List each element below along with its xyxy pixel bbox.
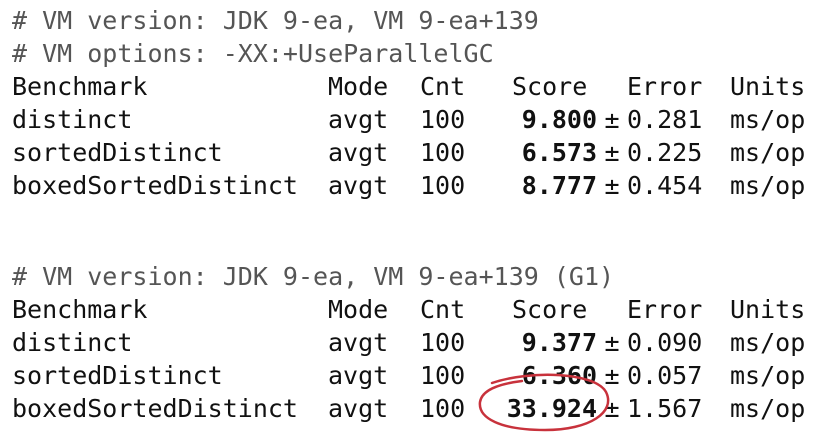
mode-value: avgt (328, 328, 389, 357)
cnt-value: 100 (420, 138, 466, 167)
plus-minus-sign: ± (604, 361, 620, 390)
plus-minus-sign: ± (604, 138, 620, 167)
table-header: Benchmark Mode Cnt Score Error Units (12, 293, 810, 326)
vm-version-comment: # VM version: JDK 9-ea, VM 9-ea+139 (12, 6, 539, 35)
mode-value: avgt (328, 394, 389, 423)
score-value-highlighted: 33.924 (506, 394, 597, 423)
header-mode: Mode (328, 72, 389, 101)
header-units: Units (730, 72, 806, 101)
benchmark-name: boxedSortedDistinct (12, 171, 298, 200)
score-value: 9.800 (521, 105, 597, 134)
plus-minus-sign: ± (604, 171, 620, 200)
mode-value: avgt (328, 105, 389, 134)
benchmark-name: distinct (12, 105, 133, 134)
error-value: 0.057 (627, 361, 703, 390)
header-score: Score (512, 72, 588, 101)
units-value: ms/op (730, 171, 806, 200)
units-value: ms/op (730, 105, 806, 134)
table-header: Benchmark Mode Cnt Score Error Units (12, 70, 810, 103)
header-cnt: Cnt (420, 295, 466, 324)
units-value: ms/op (730, 328, 806, 357)
error-value: 0.090 (627, 328, 703, 357)
header-score: Score (512, 295, 588, 324)
benchmark-name: sortedDistinct (12, 361, 223, 390)
plus-minus-sign: ± (604, 105, 620, 134)
score-value: 9.377 (521, 328, 597, 357)
plus-minus-sign: ± (604, 394, 620, 423)
vm-version-comment: # VM version: JDK 9-ea, VM 9-ea+139 (G1) (12, 262, 615, 291)
header-error: Error (627, 295, 703, 324)
cnt-value: 100 (420, 171, 466, 200)
mode-value: avgt (328, 171, 389, 200)
error-value: 1.567 (627, 394, 703, 423)
plus-minus-sign: ± (604, 328, 620, 357)
cnt-value: 100 (420, 105, 466, 134)
error-value: 0.225 (627, 138, 703, 167)
error-value: 0.454 (627, 171, 703, 200)
cnt-value: 100 (420, 328, 466, 357)
header-cnt: Cnt (420, 72, 466, 101)
mode-value: avgt (328, 361, 389, 390)
mode-value: avgt (328, 138, 389, 167)
score-value: 6.573 (521, 138, 597, 167)
benchmark-block-g1: # VM version: JDK 9-ea, VM 9-ea+139 (G1)… (12, 260, 810, 425)
benchmark-name: sortedDistinct (12, 138, 223, 167)
benchmark-block-parallel-gc: # VM version: JDK 9-ea, VM 9-ea+139 # VM… (12, 4, 810, 202)
units-value: ms/op (730, 394, 806, 423)
header-benchmark: Benchmark (12, 72, 148, 101)
benchmark-name: distinct (12, 328, 133, 357)
table-row: boxedSortedDistinct avgt 100 33.924 ± 1.… (12, 392, 810, 425)
table-row: sortedDistinct avgt 100 6.573 ± 0.225 ms… (12, 136, 810, 169)
table-row: boxedSortedDistinct avgt 100 8.777 ± 0.4… (12, 169, 810, 202)
score-value: 6.360 (521, 361, 597, 390)
score-value: 8.777 (521, 171, 597, 200)
error-value: 0.281 (627, 105, 703, 134)
cnt-value: 100 (420, 394, 466, 423)
vm-options-comment: # VM options: -XX:+UseParallelGC (12, 39, 494, 68)
table-row: distinct avgt 100 9.800 ± 0.281 ms/op (12, 103, 810, 136)
units-value: ms/op (730, 138, 806, 167)
header-benchmark: Benchmark (12, 295, 148, 324)
table-row: sortedDistinct avgt 100 6.360 ± 0.057 ms… (12, 359, 810, 392)
header-units: Units (730, 295, 806, 324)
cnt-value: 100 (420, 361, 466, 390)
header-error: Error (627, 72, 703, 101)
benchmark-name: boxedSortedDistinct (12, 394, 298, 423)
header-mode: Mode (328, 295, 389, 324)
table-row: distinct avgt 100 9.377 ± 0.090 ms/op (12, 326, 810, 359)
units-value: ms/op (730, 361, 806, 390)
